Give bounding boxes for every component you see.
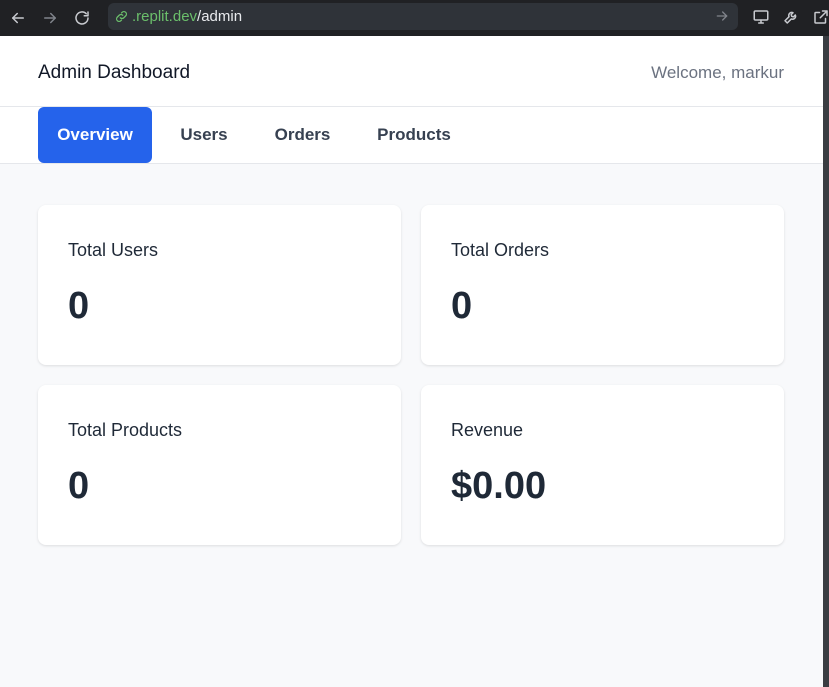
reload-icon[interactable] xyxy=(68,4,96,32)
stat-value: 0 xyxy=(451,285,473,327)
link-icon xyxy=(114,9,130,25)
tab-bar: Overview Users Orders Products xyxy=(0,107,823,164)
url-domain: .replit.dev xyxy=(132,8,198,25)
external-icon[interactable] xyxy=(808,4,829,30)
page-title: Admin Dashboard xyxy=(38,62,191,83)
stat-card-total-products: Total Products 0 xyxy=(38,385,401,545)
wrench-icon[interactable] xyxy=(778,4,804,30)
tab-overview[interactable]: Overview xyxy=(38,107,152,163)
stat-label: Total Products xyxy=(68,420,183,440)
stat-value: 0 xyxy=(68,465,90,507)
forward-icon[interactable] xyxy=(36,4,64,32)
stat-label: Total Users xyxy=(68,240,159,260)
tab-products[interactable]: Products xyxy=(359,107,469,163)
stat-label: Total Orders xyxy=(451,240,550,260)
tab-users[interactable]: Users xyxy=(162,107,246,163)
address-bar[interactable]: .replit.dev /admin xyxy=(108,3,738,30)
stat-card-revenue: Revenue $0.00 xyxy=(421,385,784,545)
window-edge xyxy=(823,36,829,687)
app-header: Admin Dashboard Welcome, markur xyxy=(0,36,823,107)
url-path: /admin xyxy=(197,8,243,25)
stat-value: $0.00 xyxy=(451,465,547,507)
stat-label: Revenue xyxy=(451,420,524,440)
stat-value: 0 xyxy=(68,285,90,327)
stat-card-total-orders: Total Orders 0 xyxy=(421,205,784,365)
back-icon[interactable] xyxy=(4,4,32,32)
browser-toolbar: .replit.dev /admin xyxy=(0,0,829,36)
welcome-text: Welcome, markur xyxy=(651,63,784,82)
stat-card-total-users: Total Users 0 xyxy=(38,205,401,365)
screen-icon[interactable] xyxy=(748,4,774,30)
admin-page: Admin Dashboard Welcome, markur Overview… xyxy=(0,36,823,687)
tab-orders[interactable]: Orders xyxy=(256,107,349,163)
go-icon[interactable] xyxy=(714,8,730,24)
